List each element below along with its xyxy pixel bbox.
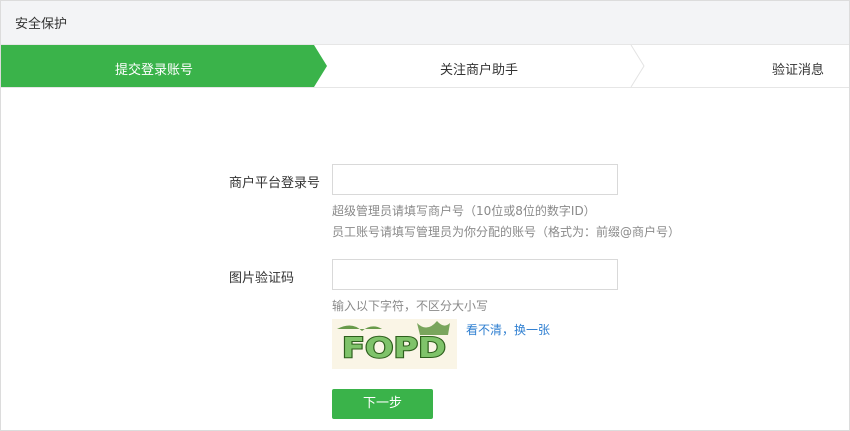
refresh-captcha-link[interactable]: 看不清，换一张	[466, 321, 550, 338]
account-label: 商户平台登录号	[229, 176, 321, 191]
account-input[interactable]	[332, 164, 618, 195]
account-hint-1: 超级管理员请填写商户号（10位或8位的数字ID）	[332, 204, 596, 218]
captcha-graphic: FOPD	[332, 319, 457, 369]
step-1-label: 提交登录账号	[115, 63, 194, 78]
step-2-label: 关注商户助手	[440, 63, 519, 78]
captcha-label: 图片验证码	[229, 271, 295, 286]
step-3-label: 验证消息	[772, 63, 825, 78]
step-2-divider	[630, 45, 645, 87]
panel-header: 安全保护	[1, 1, 849, 45]
captcha-input[interactable]	[332, 259, 618, 290]
captcha-image[interactable]: FOPD	[332, 319, 457, 369]
security-panel: 安全保护 提交登录账号 关注商户助手 验证消息 商户平台登录号 超级管理员请填写…	[0, 0, 850, 431]
next-step-button[interactable]: 下一步	[332, 389, 433, 419]
captcha-text: FOPD	[342, 331, 446, 364]
captcha-hint: 输入以下字符，不区分大小写	[332, 299, 489, 313]
step-progress-bar: 提交登录账号 关注商户助手 验证消息	[1, 45, 849, 88]
panel-title: 安全保护	[15, 17, 68, 32]
account-hint-2: 员工账号请填写管理员为你分配的账号（格式为：前缀@商户号）	[332, 225, 681, 239]
